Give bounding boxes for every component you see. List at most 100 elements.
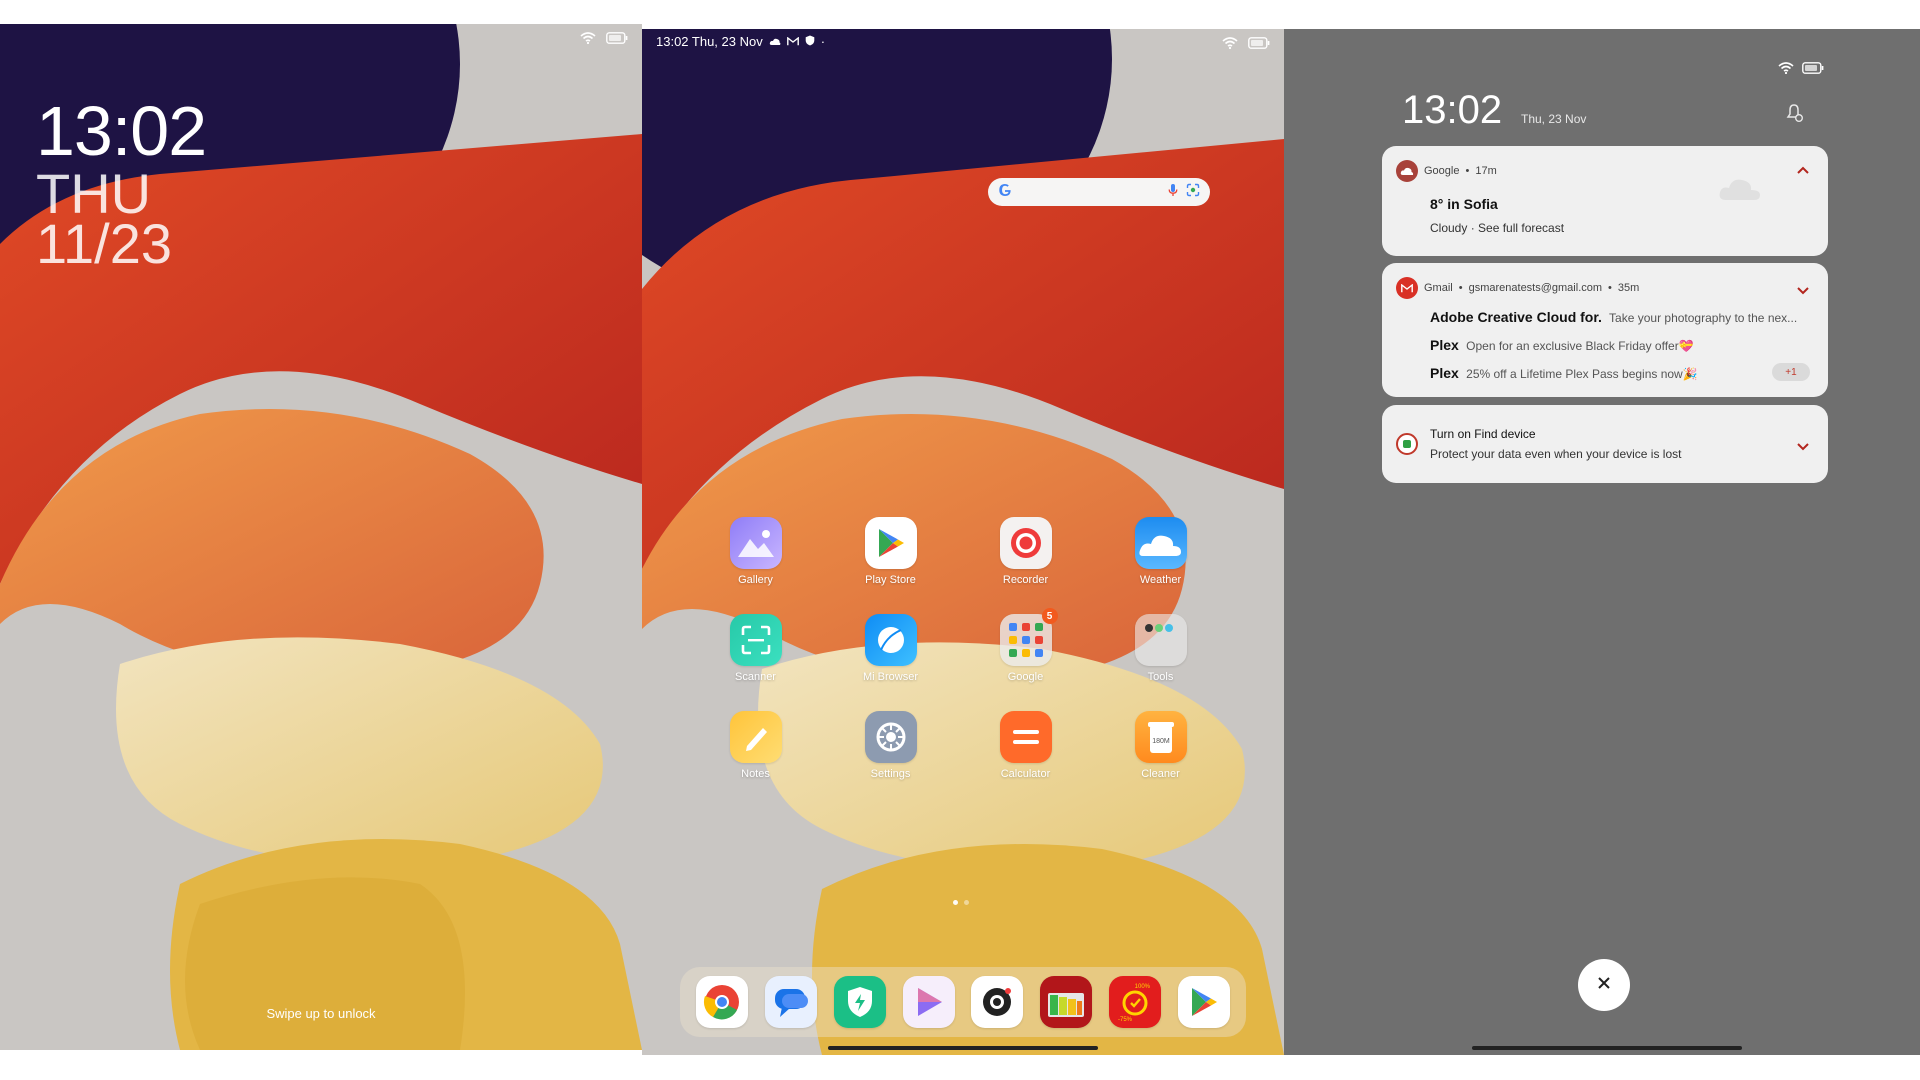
email-row[interactable]: Plex Open for an exclusive Black Friday …	[1430, 337, 1760, 353]
weather-icon	[1134, 517, 1187, 569]
email-sender: Adobe Creative Cloud for.	[1430, 309, 1602, 325]
google-folder-icon: 5	[999, 608, 1058, 666]
status-more-dot: ·	[820, 34, 826, 49]
app-label: Scanner	[735, 671, 776, 683]
app-label: Tools	[1147, 671, 1174, 683]
cloud-icon	[1718, 172, 1762, 207]
notification-shade: 13:02 Thu, 23 Nov Google • 17m 8° in Sof…	[1284, 29, 1920, 1055]
find-device-title: Turn on Find device	[1430, 427, 1536, 441]
tools-folder-icon	[1134, 614, 1187, 666]
notification-source: Gmail	[1424, 282, 1453, 294]
shade-clock[interactable]: 13:02	[1402, 88, 1502, 133]
weather-title: 8° in Sofia	[1430, 196, 1498, 212]
app-label: Play Store	[865, 574, 916, 586]
scanner-icon	[729, 614, 782, 666]
security-icon[interactable]	[833, 976, 886, 1028]
email-row[interactable]: Adobe Creative Cloud for. Take your phot…	[1430, 309, 1810, 325]
notification-age: 35m	[1617, 282, 1640, 294]
app-grid: Gallery Play Store Recorder Weather Scan…	[688, 517, 1248, 780]
app-gallery[interactable]: Gallery	[688, 517, 823, 586]
cleaner-size-text: 180M	[1152, 738, 1170, 745]
app-google-folder[interactable]: 5 Google	[958, 608, 1093, 683]
email-snippet: Open for an exclusive Black Friday offer…	[1466, 339, 1694, 353]
lock-status-icons	[580, 32, 628, 44]
app-recorder[interactable]: Recorder	[958, 517, 1093, 586]
app-label: Cleaner	[1141, 768, 1180, 780]
video-player-icon[interactable]	[902, 976, 955, 1028]
battery-icon	[1802, 61, 1824, 79]
gmail-notification[interactable]: Gmail • gsmarenatests@gmail.com • 35m Ad…	[1382, 263, 1828, 397]
app-tools-folder[interactable]: Tools	[1093, 614, 1228, 683]
app-notes[interactable]: Notes	[688, 711, 823, 780]
gmail-icon	[1396, 277, 1418, 299]
app-play-store[interactable]: Play Store	[823, 517, 958, 586]
battery-icon	[1248, 37, 1270, 49]
email-sender: Plex	[1430, 337, 1459, 353]
notification-header: Gmail • gsmarenatests@gmail.com • 35m	[1396, 277, 1639, 299]
shield-status-icon	[805, 34, 815, 49]
google-search-bar[interactable]	[988, 178, 1210, 206]
messages-icon[interactable]	[765, 976, 818, 1028]
app-mi-browser[interactable]: Mi Browser	[823, 614, 958, 683]
game-booster-icon[interactable]: 100% -75%	[1108, 976, 1161, 1028]
calculator-icon	[999, 711, 1052, 763]
settings-icon	[864, 711, 917, 763]
dock: 100% -75%	[680, 967, 1246, 1037]
weather-notification[interactable]: Google • 17m 8° in Sofia Cloudy · See fu…	[1382, 146, 1828, 256]
shade-status-icons	[1778, 61, 1824, 79]
app-label: Settings	[870, 768, 911, 780]
play-store-icon	[864, 517, 917, 569]
wifi-icon	[580, 32, 596, 44]
gesture-bar[interactable]	[1472, 1046, 1742, 1050]
home-status-bar: 13:02 Thu, 23 Nov ·	[656, 34, 825, 49]
shade-date[interactable]: Thu, 23 Nov	[1521, 112, 1586, 126]
notification-header: Google • 17m	[1396, 160, 1497, 182]
expand-icon[interactable]	[1796, 283, 1810, 301]
google-play-icon[interactable]	[1177, 976, 1230, 1028]
app-label: Weather	[1139, 574, 1182, 586]
google-g-icon	[998, 183, 1012, 202]
status-time-date: 13:02 Thu, 23 Nov	[656, 34, 763, 49]
weather-text: Cloudy · See full forecast	[1430, 221, 1565, 235]
email-sender: Plex	[1430, 365, 1459, 381]
app-cleaner[interactable]: 180M Cleaner	[1093, 711, 1228, 780]
battery-widget-icon[interactable]	[1040, 976, 1093, 1028]
gallery-icon	[729, 517, 782, 569]
lock-screen: 13:02 THU 11/23 Swipe up to unlock	[0, 24, 642, 1050]
chrome-icon[interactable]	[696, 976, 749, 1028]
app-scanner[interactable]: Scanner	[688, 614, 823, 683]
collapse-icon[interactable]	[1796, 162, 1810, 180]
find-device-text: Protect your data even when your device …	[1430, 447, 1682, 461]
camera-icon[interactable]	[971, 976, 1024, 1028]
notes-icon	[729, 711, 782, 763]
notification-age: 17m	[1475, 165, 1497, 177]
booster-top-text: 100%	[1135, 984, 1151, 990]
app-label: Recorder	[1002, 574, 1049, 586]
browser-icon	[864, 614, 917, 666]
close-icon	[1597, 976, 1611, 995]
unlock-hint[interactable]: Swipe up to unlock	[0, 1006, 642, 1021]
notification-settings-icon[interactable]	[1784, 103, 1804, 128]
app-calculator[interactable]: Calculator	[958, 711, 1093, 780]
expand-icon[interactable]	[1796, 439, 1810, 457]
notification-source: Google	[1424, 165, 1460, 177]
cloud-icon	[769, 34, 781, 49]
lock-clock: 13:02	[36, 92, 207, 170]
home-status-icons	[1222, 37, 1270, 49]
page-indicator	[953, 900, 969, 905]
app-label: Mi Browser	[862, 671, 918, 683]
google-weather-icon	[1396, 160, 1418, 182]
app-settings[interactable]: Settings	[823, 711, 958, 780]
wifi-icon	[1778, 61, 1794, 79]
recorder-icon	[999, 517, 1052, 569]
clear-all-button[interactable]	[1578, 959, 1630, 1011]
app-weather[interactable]: Weather	[1093, 517, 1228, 586]
find-device-icon	[1396, 433, 1418, 455]
home-screen: 13:02 Thu, 23 Nov · Gallery Play Store R…	[642, 29, 1284, 1055]
mic-icon[interactable]	[1168, 183, 1178, 202]
find-device-notification[interactable]: Turn on Find device Protect your data ev…	[1382, 405, 1828, 483]
lens-icon[interactable]	[1186, 183, 1200, 202]
gesture-bar[interactable]	[828, 1046, 1098, 1050]
more-count-badge[interactable]: +1	[1772, 363, 1810, 381]
email-row[interactable]: Plex 25% off a Lifetime Plex Pass begins…	[1430, 365, 1760, 381]
